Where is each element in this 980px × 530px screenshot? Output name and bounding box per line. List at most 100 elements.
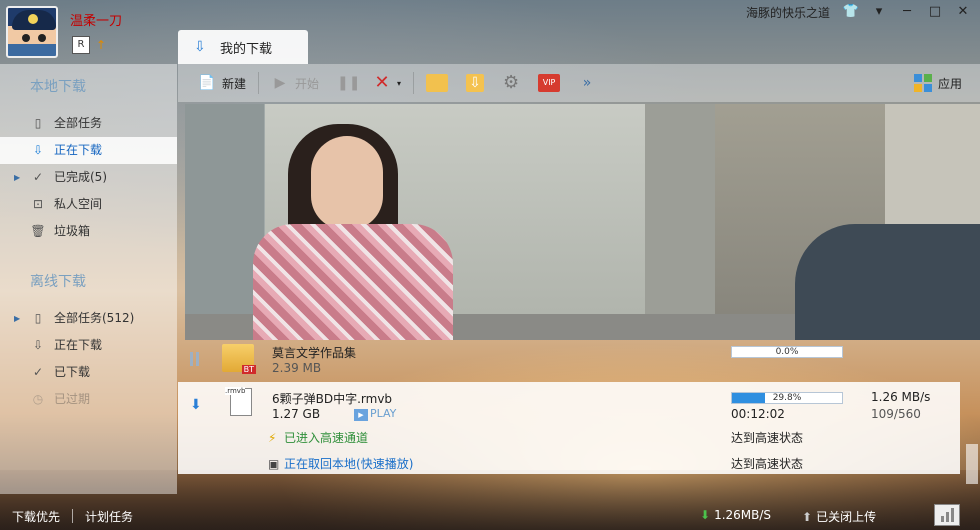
play-icon: ▶ (274, 75, 286, 91)
tab-my-downloads[interactable]: ⇩ 我的下载 (178, 30, 308, 64)
bt-folder-icon: BT (222, 344, 256, 374)
new-task-button[interactable]: 📄 新建 (192, 69, 252, 97)
download-tray-icon: ⇩ (194, 39, 206, 55)
avatar-badge (28, 14, 38, 24)
task-row[interactable]: BT 莫言文学作品集 2.39 MB 0.0% (178, 340, 960, 380)
start-label: 开始 (295, 76, 320, 91)
task-progress-bar: 29.8% (731, 392, 843, 404)
sidebar-item-completed[interactable]: ▶ ✓ 已完成(5) (0, 164, 177, 191)
sidebar-item-private[interactable]: ⊡ 私人空间 (0, 191, 177, 218)
download-arrow-icon: ⇩ (32, 143, 44, 157)
piece-count: 109/560 (871, 407, 921, 421)
member-level-icon[interactable]: R (72, 36, 90, 54)
status-text-suffix: ) (408, 457, 414, 471)
task-name: 6颗子弹BD中字.rmvb (272, 392, 393, 406)
status-text: 正在取回本地( (284, 457, 361, 471)
chevron-down-icon[interactable]: ▾ (397, 79, 401, 88)
trash-icon: 🗑 (30, 224, 46, 238)
sidebar-item-label: 正在下载 (54, 338, 103, 352)
apps-button[interactable]: 应用 (908, 69, 968, 97)
header: 温柔一刀 R ↑ 海豚的快乐之道 👕 ▾ ─ □ ✕ (0, 0, 980, 62)
scrollbar-thumb[interactable] (966, 444, 978, 484)
task-progress-text: 29.8% (772, 393, 802, 403)
status-text: 已进入高速通道 (284, 431, 369, 445)
upload-status[interactable]: ⬆ 已关闭上传 (802, 508, 876, 525)
menu-chevron-icon[interactable]: ▾ (866, 2, 892, 22)
open-folder-button[interactable] (420, 69, 454, 97)
expand-caret-icon[interactable]: ▶ (14, 164, 20, 191)
lightning-icon: ⚡ (268, 431, 277, 445)
file-icon: ▯ (34, 311, 42, 325)
video-scene-shirt (253, 224, 453, 340)
bar-chart-icon (950, 508, 954, 522)
avatar[interactable] (6, 6, 58, 58)
lock-icon: ⊡ (32, 197, 44, 211)
folder-icon (426, 74, 449, 92)
delete-button[interactable]: ✕ ▾ (367, 69, 407, 97)
download-box-button[interactable]: ⇩ (460, 69, 490, 97)
close-button[interactable]: ✕ (950, 2, 976, 22)
task-row-selected[interactable]: ⬇ .rmvb 6颗子弹BD中字.rmvb 1.27 GB ▶ PLAY 29.8… (178, 382, 960, 474)
vip-button[interactable]: VIP (532, 69, 566, 97)
monitor-icon: ▣ (268, 457, 280, 471)
check-icon: ✓ (32, 170, 44, 184)
status-fetching: ▣ 正在取回本地(快速播放) (268, 455, 413, 472)
download-arrow-icon: ⇩ (32, 338, 44, 352)
sidebar-item-trash[interactable]: 🗑 垃圾箱 (0, 218, 177, 245)
sidebar-item-label: 正在下载 (54, 143, 103, 157)
sidebar-item-all-tasks[interactable]: ▯ 全部任务 (0, 110, 177, 137)
apps-label: 应用 (937, 76, 962, 91)
bt-tag: BT (241, 365, 256, 374)
sidebar-item-offline-downloaded[interactable]: ✓ 已下载 (0, 359, 177, 386)
task-size: 1.27 GB (272, 407, 321, 421)
apps-grid-icon (913, 74, 932, 92)
task-size: 2.39 MB (272, 361, 322, 375)
download-priority-button[interactable]: 下载优先 (0, 508, 72, 525)
toolbar-divider (413, 72, 415, 94)
sidebar-item-offline-downloading[interactable]: ⇩ 正在下载 (0, 332, 177, 359)
status-high-speed: ⚡ 已进入高速通道 (268, 429, 368, 446)
sidebar-item-label: 已下载 (54, 365, 91, 379)
level-up-icon: ↑ (96, 38, 107, 52)
sidebar-header-local: 本地下载 (30, 79, 86, 95)
skin-icon[interactable]: 👕 (838, 2, 864, 22)
check-icon: ✓ (32, 365, 44, 379)
sidebar-item-downloading[interactable]: ⇩ 正在下载 (0, 137, 177, 164)
sidebar-item-label: 全部任务 (54, 116, 103, 130)
delete-x-icon: ✕ (374, 72, 390, 93)
sidebar-item-label: 垃圾箱 (54, 224, 91, 238)
play-button[interactable]: ▶ PLAY (354, 407, 396, 421)
username[interactable]: 温柔一刀 (70, 10, 122, 29)
sidebar-item-offline-expired[interactable]: ◷ 已过期 (0, 386, 177, 413)
minimize-button[interactable]: ─ (894, 2, 920, 22)
play-label: PLAY (370, 407, 397, 420)
gear-icon: ⚙ (502, 72, 520, 93)
play-icon: ▶ (354, 409, 368, 421)
scheduled-tasks-button[interactable]: 计划任务 (73, 508, 145, 525)
new-task-label: 新建 (222, 76, 247, 91)
sidebar-item-offline-all[interactable]: ▶ ▯ 全部任务(512) (0, 305, 177, 332)
main-content: 📄 新建 ▶ 开始 ❚❚ ✕ ▾ ⇩ ⚙ VIP » 应用 BT 莫言文学作品集… (178, 64, 980, 494)
video-scene-man (795, 224, 980, 340)
statistics-button[interactable] (934, 504, 960, 526)
download-speed-text: 1.26MB/S (714, 508, 772, 522)
settings-button[interactable]: ⚙ (496, 69, 526, 97)
task-progress-text: 0.0% (775, 347, 799, 357)
pause-button[interactable]: ❚❚ (331, 69, 361, 97)
quick-play-link[interactable]: 快速播放 (361, 457, 409, 471)
window-title: 海豚的快乐之道 (745, 6, 830, 20)
video-preview[interactable] (185, 104, 980, 340)
start-button[interactable]: ▶ 开始 (265, 69, 325, 97)
download-box-icon: ⇩ (466, 74, 485, 92)
more-button[interactable]: » (572, 69, 602, 97)
clock-icon: ◷ (32, 392, 44, 406)
state-text: 达到高速状态 (731, 457, 804, 471)
download-arrow-icon: ⬇ (190, 397, 202, 413)
file-icon: ▯ (34, 116, 42, 130)
toolbar-divider (258, 72, 260, 94)
expand-caret-icon[interactable]: ▶ (14, 305, 20, 332)
maximize-button[interactable]: □ (922, 2, 948, 22)
avatar-eye-left (22, 34, 30, 42)
pause-icon[interactable] (190, 352, 202, 366)
total-download-speed: ⬇ 1.26MB/S (700, 508, 771, 522)
